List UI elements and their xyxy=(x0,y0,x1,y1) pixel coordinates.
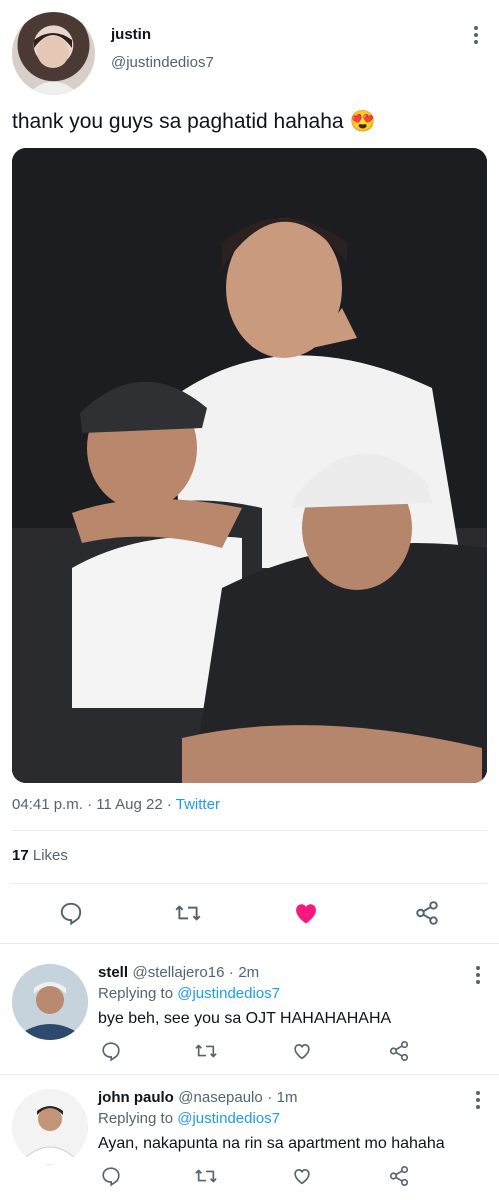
reply-avatar[interactable] xyxy=(12,1089,88,1165)
more-icon[interactable] xyxy=(476,1091,480,1109)
divider xyxy=(12,883,487,884)
author-avatar[interactable] xyxy=(12,12,95,95)
tweet-text: thank you guys sa paghatid hahaha 😍 xyxy=(12,110,376,134)
share-icon[interactable] xyxy=(388,1040,410,1062)
reply-author-handle[interactable]: @stellajero16 xyxy=(132,964,224,981)
reply-text: Ayan, nakapunta na rin sa apartment mo h… xyxy=(98,1135,445,1152)
likes-count: 17 xyxy=(12,847,29,864)
author-handle[interactable]: @justindedios7 xyxy=(111,54,214,71)
meta-separator: · xyxy=(166,796,172,813)
reply-avatar[interactable] xyxy=(12,964,88,1040)
reply-icon[interactable] xyxy=(100,1165,122,1187)
retweet-icon[interactable] xyxy=(194,1165,218,1187)
share-icon[interactable] xyxy=(388,1165,410,1187)
tweet-date: 11 Aug 22 xyxy=(96,796,163,813)
share-icon[interactable] xyxy=(414,900,440,926)
likes-label: Likes xyxy=(32,847,68,864)
reply-header: stell @stellajero16 · 2m xyxy=(98,964,259,982)
tweet-source-link[interactable]: Twitter xyxy=(176,796,220,813)
reply-author-name[interactable]: john paulo xyxy=(98,1089,174,1106)
reply-time: 1m xyxy=(276,1089,298,1106)
tweet-photo[interactable] xyxy=(12,148,487,783)
reply-icon[interactable] xyxy=(58,900,84,926)
replying-to: Replying to @justindedios7 xyxy=(98,1110,280,1127)
retweet-icon[interactable] xyxy=(174,900,202,926)
like-icon[interactable] xyxy=(292,899,320,927)
retweet-icon[interactable] xyxy=(194,1040,218,1062)
reply-item[interactable]: stell @stellajero16 · 2m Replying to @ju… xyxy=(0,944,499,1074)
tweet-time: 04:41 p.m. xyxy=(12,796,83,813)
reply-author-handle[interactable]: @nasepaulo xyxy=(178,1089,262,1106)
like-icon[interactable] xyxy=(290,1165,314,1187)
author-name[interactable]: justin xyxy=(111,26,151,43)
likes-stat[interactable]: 17 Likes xyxy=(12,847,68,864)
more-icon[interactable] xyxy=(476,966,480,984)
reply-time: 2m xyxy=(238,964,260,981)
tweet-text-body: thank you guys sa paghatid hahaha xyxy=(12,110,344,133)
reply-item[interactable]: john paulo @nasepaulo · 1m Replying to @… xyxy=(0,1075,499,1200)
replying-to-link[interactable]: @justindedios7 xyxy=(177,1110,280,1127)
reply-icon[interactable] xyxy=(100,1040,122,1062)
replying-label: Replying to xyxy=(98,985,174,1002)
more-icon[interactable] xyxy=(474,26,478,44)
reply-author-name[interactable]: stell xyxy=(98,964,128,981)
replying-label: Replying to xyxy=(98,1110,174,1127)
heart-eyes-emoji: 😍 xyxy=(349,110,376,133)
meta-separator: · xyxy=(228,964,234,981)
divider xyxy=(12,830,487,831)
reply-text: bye beh, see you sa OJT HAHAHAHAHA xyxy=(98,1010,392,1027)
meta-separator: · xyxy=(87,796,93,813)
replying-to-link[interactable]: @justindedios7 xyxy=(177,985,280,1002)
tweet-meta: 04:41 p.m. · 11 Aug 22 · Twitter xyxy=(12,796,220,813)
replying-to: Replying to @justindedios7 xyxy=(98,985,280,1002)
reply-header: john paulo @nasepaulo · 1m xyxy=(98,1089,298,1107)
meta-separator: · xyxy=(267,1089,273,1106)
like-icon[interactable] xyxy=(290,1040,314,1062)
